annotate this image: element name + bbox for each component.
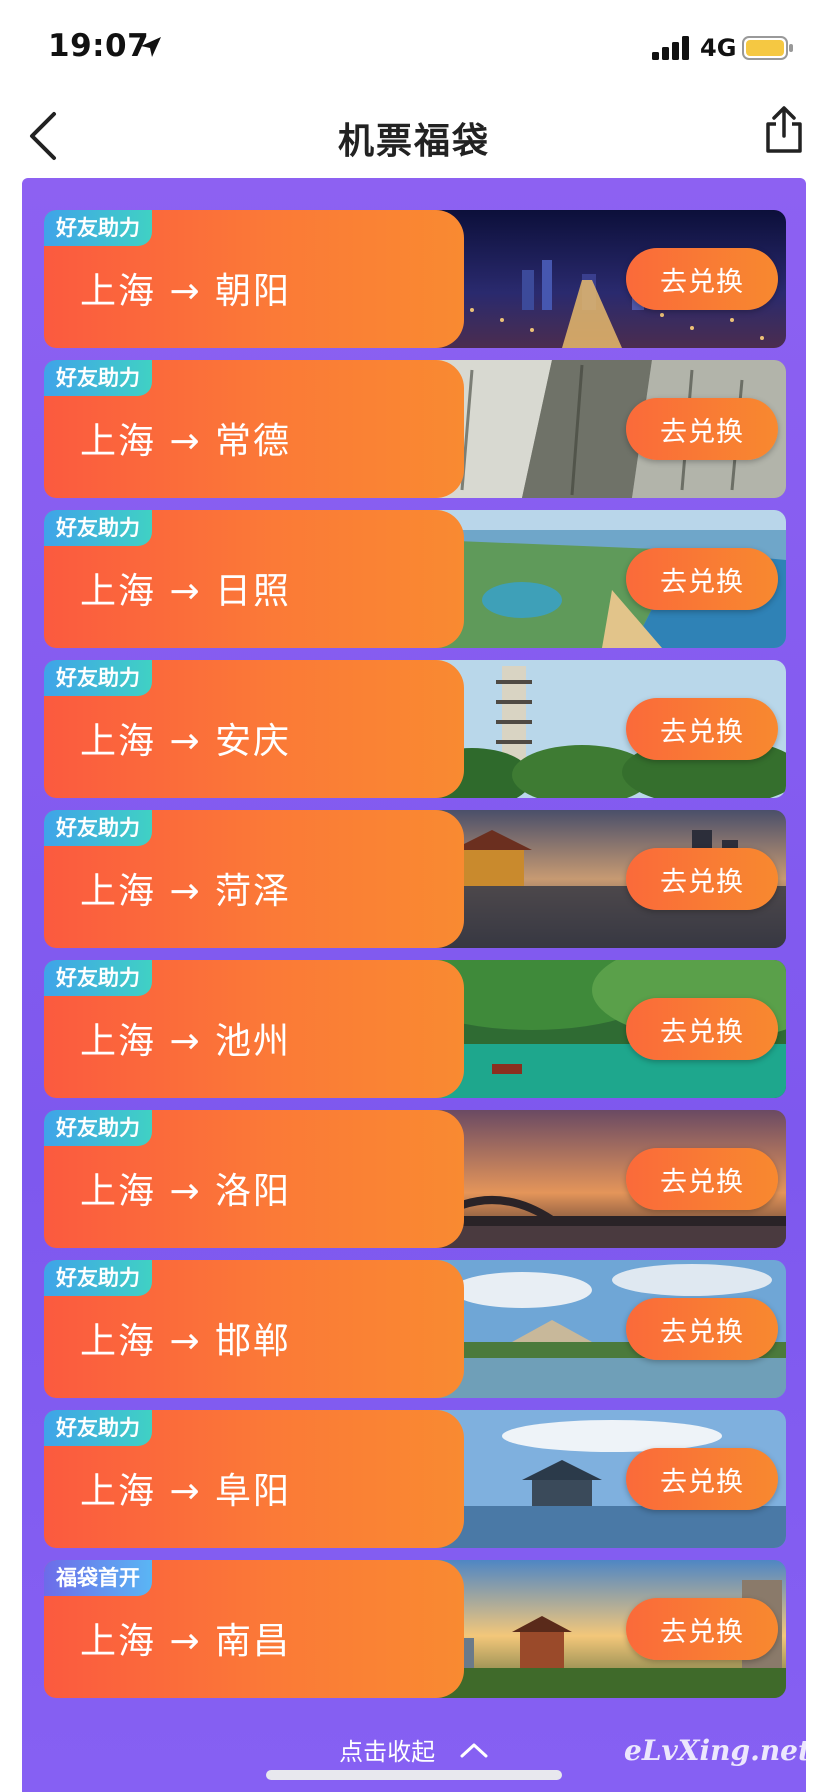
ticket-route: 上海 → 阜阳 [80, 1471, 292, 1512]
ticket-list: 好友助力 上海 → 朝阳 去兑换 好友助力 上海 → 常德 去兑换 好友助力 上… [22, 178, 806, 1792]
ticket-info-panel: 好友助力 上海 → 常德 [44, 360, 464, 498]
ticket-tag: 福袋首开 [44, 1560, 152, 1596]
chevron-up-icon [460, 1743, 488, 1757]
ticket-card[interactable]: 好友助力 上海 → 安庆 去兑换 [44, 660, 786, 798]
ticket-route: 上海 → 洛阳 [80, 1171, 292, 1212]
ticket-tag: 好友助力 [44, 1410, 152, 1446]
ticket-tag: 好友助力 [44, 1260, 152, 1296]
redeem-button[interactable]: 去兑换 [626, 398, 778, 460]
ticket-info-panel: 好友助力 上海 → 菏泽 [44, 810, 464, 948]
ticket-tag: 好友助力 [44, 210, 152, 246]
battery-icon [742, 36, 793, 60]
location-arrow-icon [141, 37, 161, 57]
redeem-button[interactable]: 去兑换 [626, 698, 778, 760]
ticket-info-panel: 福袋首开 上海 → 南昌 [44, 1560, 464, 1698]
ticket-card[interactable]: 好友助力 上海 → 池州 去兑换 [44, 960, 786, 1098]
nav-bar: 机票福袋 [0, 92, 828, 178]
cellular-signal-icon [652, 36, 689, 60]
ticket-card[interactable]: 福袋首开 上海 → 南昌 去兑换 [44, 1560, 786, 1698]
redeem-button[interactable]: 去兑换 [626, 998, 778, 1060]
ticket-route: 上海 → 朝阳 [80, 271, 292, 312]
ticket-card[interactable]: 好友助力 上海 → 常德 去兑换 [44, 360, 786, 498]
ticket-tag: 好友助力 [44, 810, 152, 846]
ticket-tag: 好友助力 [44, 660, 152, 696]
collapse-label: 点击收起 [339, 1738, 436, 1766]
ticket-info-panel: 好友助力 上海 → 朝阳 [44, 210, 464, 348]
ticket-card[interactable]: 好友助力 上海 → 洛阳 去兑换 [44, 1110, 786, 1248]
ticket-card[interactable]: 好友助力 上海 → 朝阳 去兑换 [44, 210, 786, 348]
ticket-info-panel: 好友助力 上海 → 安庆 [44, 660, 464, 798]
redeem-button[interactable]: 去兑换 [626, 1148, 778, 1210]
ticket-info-panel: 好友助力 上海 → 池州 [44, 960, 464, 1098]
redeem-button[interactable]: 去兑换 [626, 1448, 778, 1510]
redeem-button[interactable]: 去兑换 [626, 1598, 778, 1660]
ticket-tag: 好友助力 [44, 510, 152, 546]
ticket-card[interactable]: 好友助力 上海 → 菏泽 去兑换 [44, 810, 786, 948]
ticket-tag: 好友助力 [44, 1110, 152, 1146]
share-icon[interactable] [764, 106, 804, 154]
redeem-button[interactable]: 去兑换 [626, 548, 778, 610]
home-indicator[interactable] [266, 1770, 562, 1780]
ticket-tag: 好友助力 [44, 960, 152, 996]
ticket-route: 上海 → 安庆 [80, 721, 292, 762]
ticket-info-panel: 好友助力 上海 → 洛阳 [44, 1110, 464, 1248]
page-title: 机票福袋 [337, 121, 490, 162]
ticket-route: 上海 → 日照 [80, 571, 292, 612]
ticket-info-panel: 好友助力 上海 → 日照 [44, 510, 464, 648]
ticket-tag: 好友助力 [44, 360, 152, 396]
status-bar: 19:07 4G [0, 0, 828, 92]
ticket-info-panel: 好友助力 上海 → 邯郸 [44, 1260, 464, 1398]
ticket-card[interactable]: 好友助力 上海 → 阜阳 去兑换 [44, 1410, 786, 1548]
ticket-route: 上海 → 邯郸 [80, 1321, 292, 1362]
ticket-route: 上海 → 南昌 [80, 1621, 292, 1662]
redeem-button[interactable]: 去兑换 [626, 248, 778, 310]
status-time: 19:07 [48, 28, 150, 64]
ticket-card[interactable]: 好友助力 上海 → 邯郸 去兑换 [44, 1260, 786, 1398]
network-type: 4G [700, 34, 737, 62]
ticket-info-panel: 好友助力 上海 → 阜阳 [44, 1410, 464, 1548]
ticket-route: 上海 → 池州 [80, 1021, 292, 1062]
redeem-button[interactable]: 去兑换 [626, 1298, 778, 1360]
watermark: eLvXing.net [624, 1734, 811, 1767]
ticket-route: 上海 → 菏泽 [80, 871, 292, 912]
redeem-button[interactable]: 去兑换 [626, 848, 778, 910]
ticket-card[interactable]: 好友助力 上海 → 日照 去兑换 [44, 510, 786, 648]
ticket-route: 上海 → 常德 [80, 421, 292, 462]
